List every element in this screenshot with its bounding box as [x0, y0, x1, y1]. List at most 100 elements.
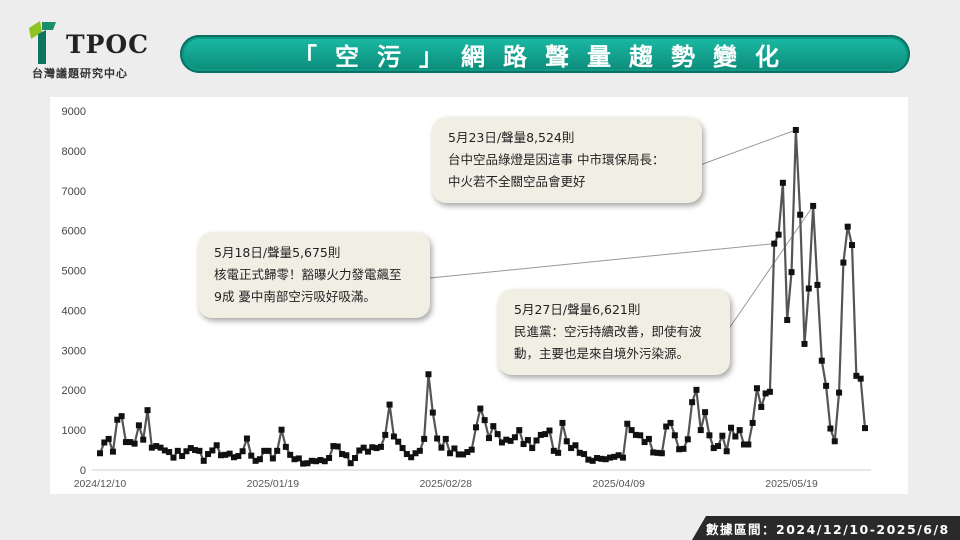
data-point [728, 424, 735, 431]
data-point [732, 433, 739, 440]
data-point [637, 432, 644, 439]
data-point [438, 444, 445, 451]
callout-line: 5月18日/聲量5,675則 [214, 245, 341, 260]
data-point [256, 456, 263, 463]
data-point [645, 435, 652, 442]
data-point [326, 455, 333, 462]
data-point [334, 443, 341, 450]
logo-text: TPOC [66, 30, 150, 59]
data-point [390, 433, 397, 440]
data-point [797, 211, 804, 218]
data-point [658, 450, 665, 457]
data-point [166, 449, 173, 456]
data-point [771, 240, 778, 247]
callout-leader-line [429, 243, 775, 279]
data-point [477, 405, 484, 412]
data-point [209, 447, 216, 454]
data-point [481, 417, 488, 424]
data-point [213, 442, 220, 449]
callout-line: 動，主要也是來自境外污染源。 [514, 346, 690, 361]
data-point [697, 427, 704, 434]
data-point [572, 442, 579, 449]
y-tick-label: 6000 [62, 226, 86, 238]
callout-line: 核電正式歸零！豁曝火力發電飆至 [214, 267, 402, 282]
data-point [468, 446, 475, 453]
data-point [416, 447, 423, 454]
data-point [792, 126, 799, 133]
data-point [144, 407, 151, 414]
data-point [421, 435, 428, 442]
y-tick-label: 0 [80, 465, 86, 477]
data-point [624, 420, 631, 427]
data-point [758, 403, 765, 410]
data-point [779, 179, 786, 186]
data-point [581, 451, 588, 458]
data-point [706, 432, 713, 439]
data-point [239, 448, 246, 455]
data-point [749, 419, 756, 426]
x-tick-label: 2025/01/19 [247, 478, 300, 490]
callout-line: 中火若不全關空品會更好 [448, 174, 586, 189]
data-point [849, 242, 856, 249]
x-tick-label: 2025/05/19 [765, 478, 818, 490]
data-point [269, 455, 276, 462]
y-tick-label: 9000 [62, 106, 86, 118]
data-point [766, 388, 773, 395]
data-point [429, 409, 436, 416]
data-point [667, 419, 674, 426]
callout-line: 9成 憂中南部空污吸好吸滿。 [214, 289, 376, 304]
data-point [723, 448, 730, 455]
data-point [140, 436, 147, 443]
callout-line: 台中空品綠燈是因這事 中市環保局長： [448, 152, 665, 167]
y-tick-label: 5000 [62, 266, 86, 278]
data-point [377, 443, 384, 450]
data-point [702, 409, 709, 416]
data-point [719, 432, 726, 439]
data-point [619, 454, 626, 461]
data-point [753, 385, 760, 392]
x-axis-ticks: 2024/12/10 2025/01/19 2025/02/28 2025/04/09… [74, 478, 818, 490]
data-point [736, 427, 743, 434]
data-point [844, 223, 851, 230]
data-point [831, 438, 838, 445]
data-point [451, 445, 458, 452]
data-point [386, 401, 393, 408]
data-point [684, 436, 691, 443]
data-point [529, 445, 536, 452]
data-point [857, 375, 864, 382]
data-point [715, 443, 722, 450]
data-point [836, 389, 843, 396]
data-point [170, 454, 177, 461]
data-range-tag: 數據區間：2024/12/10-2025/6/8 [692, 516, 960, 540]
callout-line: 5月27日/聲量6,621則 [514, 302, 641, 317]
data-point [174, 447, 181, 454]
callout-line: 5月23日/聲量8,524則 [448, 130, 575, 145]
data-point [810, 202, 817, 209]
data-point [278, 426, 285, 433]
data-point [473, 424, 480, 431]
logo: TPOC 台灣議題研究中心 [26, 20, 156, 80]
data-point [862, 425, 868, 432]
data-point [395, 438, 402, 445]
data-point [775, 231, 782, 238]
data-point [282, 443, 289, 450]
data-point [671, 432, 678, 439]
data-point [788, 269, 795, 276]
y-tick-label: 2000 [62, 385, 86, 397]
data-point [131, 440, 138, 447]
data-point [105, 435, 112, 442]
data-point [818, 357, 825, 364]
data-point [382, 431, 389, 438]
data-point [745, 441, 752, 448]
data-point [347, 460, 354, 467]
data-point [425, 371, 432, 378]
y-tick-label: 4000 [62, 305, 86, 317]
data-point [805, 285, 812, 292]
data-point [265, 447, 272, 454]
data-point [118, 413, 125, 420]
data-point [135, 422, 142, 429]
data-point [546, 427, 553, 434]
data-point [516, 427, 523, 434]
callout-line: 民進黨：空污持續改善，即使有波 [514, 324, 702, 339]
data-point [840, 259, 847, 266]
